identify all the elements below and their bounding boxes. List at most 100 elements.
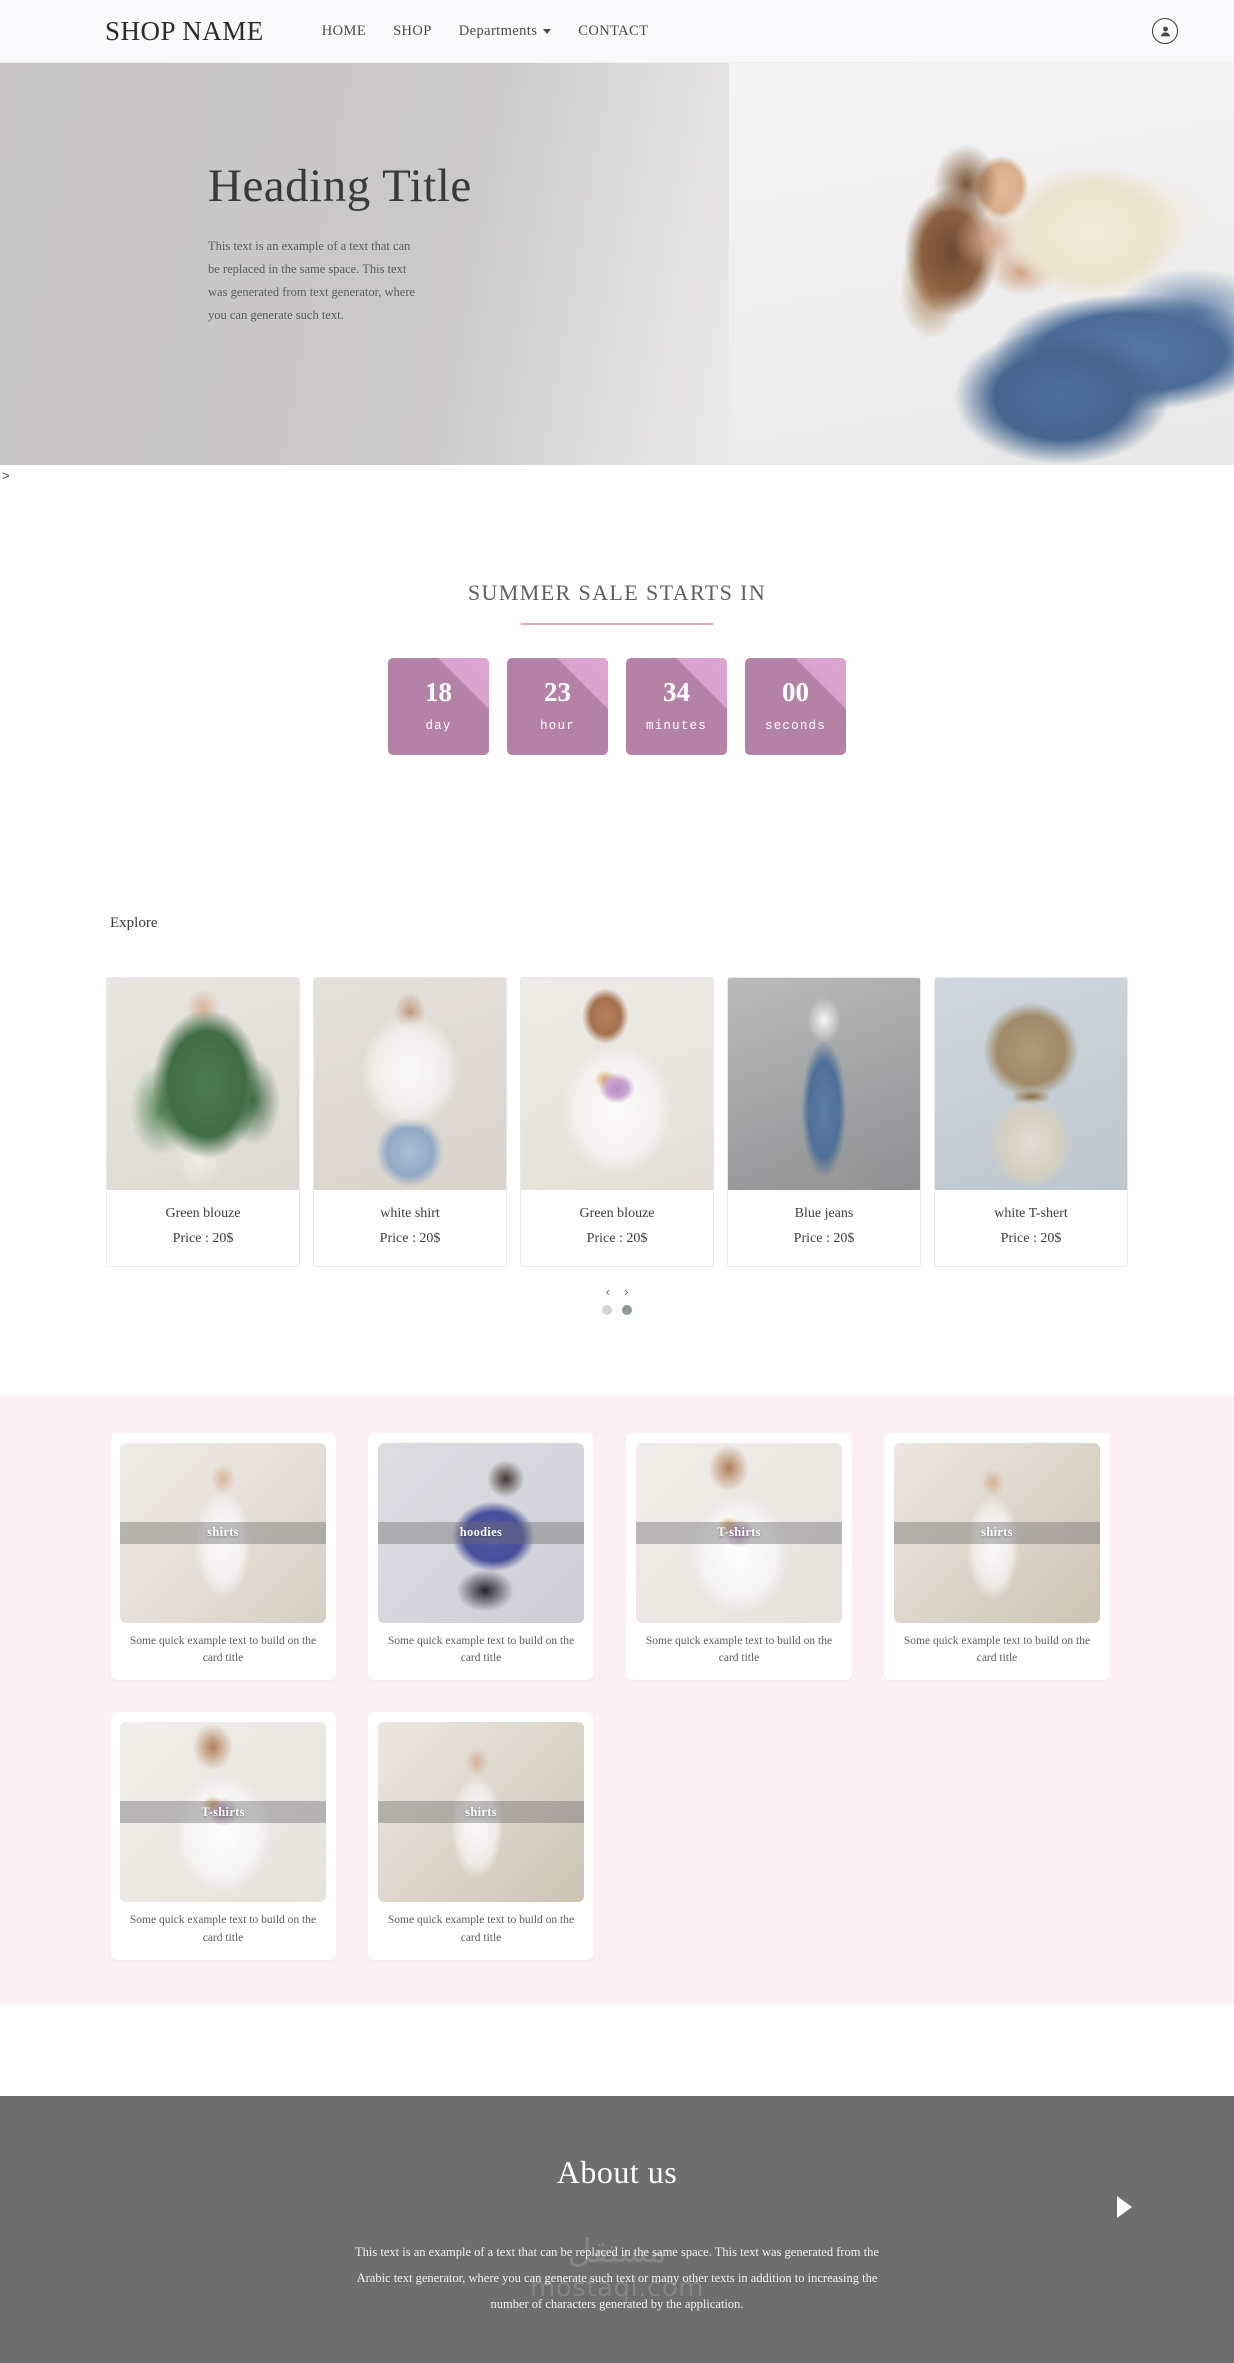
nav-link-departments: Departments: [458, 22, 538, 39]
product-name: Green blouze: [579, 1205, 655, 1221]
countdown-box-seconds: 00 seconds: [745, 657, 846, 755]
category-label: shirts: [981, 1525, 1013, 1539]
product-price: Price : 20$: [379, 1230, 441, 1246]
hero-text-block: Heading Title This text is an example of…: [208, 160, 508, 327]
product-card[interactable]: white shirt Price : 20$: [313, 976, 507, 1267]
product-name: Blue jeans: [794, 1205, 854, 1221]
product-body: Green blouze Price : 20$: [521, 1190, 713, 1266]
product-body: Blue jeans Price : 20$: [728, 1190, 920, 1266]
product-price: Price : 20$: [1000, 1230, 1062, 1246]
product-price: Price : 20$: [793, 1230, 855, 1246]
hero-next-chevron-icon[interactable]: >: [2, 468, 10, 483]
category-banner: T-shirts: [636, 1521, 842, 1544]
category-caption: Some quick example text to build on the …: [387, 1634, 575, 1665]
product-card[interactable]: Green blouze Price : 20$: [520, 976, 714, 1267]
category-card[interactable]: shirts Some quick example text to build …: [110, 1432, 336, 1681]
explore-title: Explore: [110, 914, 158, 931]
product-image: [728, 977, 920, 1190]
category-section: shirts Some quick example text to build …: [0, 1394, 1234, 2004]
category-label: shirts: [465, 1804, 497, 1819]
category-image-wrap: T-shirts: [636, 1442, 842, 1623]
category-label: T-shirts: [201, 1804, 245, 1819]
product-name: white T-shert: [994, 1205, 1068, 1221]
product-carousel: Green blouze Price : 20$ white shirt Pri…: [0, 976, 1234, 1267]
nav-dropdown-departments[interactable]: Departments: [459, 23, 552, 40]
navbar: SHOP NAME HOME SHOP Departments CONTACT: [0, 0, 1234, 63]
countdown-box-day: 18 day: [388, 657, 489, 755]
product-image: [314, 977, 506, 1190]
countdown-value-seconds: 00: [782, 677, 809, 708]
about-section: About us مستقل mostaql.com This text is …: [0, 2095, 1234, 2363]
countdown-label-minutes: minutes: [646, 719, 707, 734]
category-image-wrap: T-shirts: [120, 1722, 326, 1903]
carousel-prev-icon[interactable]: ‹: [606, 1285, 610, 1298]
category-banner: shirts: [378, 1801, 584, 1824]
countdown-value-hour: 23: [544, 677, 571, 708]
countdown-label-day: day: [425, 719, 452, 734]
product-card[interactable]: Blue jeans Price : 20$: [727, 976, 921, 1267]
carousel-dot-1[interactable]: [602, 1304, 612, 1315]
product-image: [107, 977, 299, 1190]
carousel-next-icon[interactable]: ›: [624, 1285, 628, 1298]
category-banner: T-shirts: [120, 1801, 326, 1824]
category-banner: shirts: [894, 1521, 1100, 1544]
category-banner: shirts: [120, 1521, 326, 1544]
carousel-dot-2[interactable]: [622, 1304, 632, 1315]
product-card[interactable]: white T-shert Price : 20$: [934, 976, 1128, 1267]
account-button[interactable]: [1152, 18, 1178, 44]
nav-link-shop[interactable]: SHOP: [393, 23, 432, 40]
product-card[interactable]: Green blouze Price : 20$: [106, 976, 300, 1267]
nav-link-contact[interactable]: CONTACT: [578, 23, 648, 40]
category-image-wrap: shirts: [120, 1442, 326, 1623]
explore-section: Explore Green blouze Price : 20$ white s…: [0, 755, 1234, 1315]
countdown-value-minutes: 34: [663, 677, 690, 708]
countdown-heading: SUMMER SALE STARTS IN: [467, 580, 767, 605]
product-body: white T-shert Price : 20$: [935, 1190, 1127, 1266]
category-card[interactable]: shirts Some quick example text to build …: [884, 1432, 1110, 1681]
hero-description: This text is an example of a text that c…: [208, 238, 416, 323]
product-image: [521, 977, 713, 1190]
category-label: shirts: [207, 1525, 239, 1539]
category-caption: Some quick example text to build on the …: [387, 1914, 575, 1944]
product-name: white shirt: [380, 1205, 440, 1221]
chevron-down-icon: [543, 28, 552, 34]
category-card[interactable]: T-shirts Some quick example text to buil…: [110, 1712, 336, 1960]
category-caption: Some quick example text to build on the …: [903, 1634, 1091, 1665]
carousel-arrows: ‹ ›: [606, 1285, 629, 1298]
countdown-boxes: 18 day 23 hour 34 minutes 00 seconds: [0, 657, 1234, 755]
play-triangle-icon[interactable]: [1117, 2195, 1132, 2218]
category-banner: hoodies: [378, 1521, 584, 1544]
product-body: white shirt Price : 20$: [314, 1190, 506, 1266]
nav-link-home[interactable]: HOME: [322, 23, 366, 40]
carousel-controls: ‹ ›: [0, 1285, 1234, 1315]
product-body: Green blouze Price : 20$: [107, 1190, 299, 1266]
product-image: [935, 977, 1127, 1190]
about-text: This text is an example of a text that c…: [355, 2244, 879, 2312]
hero-banner: Heading Title This text is an example of…: [0, 63, 1234, 465]
product-name: Green blouze: [165, 1205, 241, 1221]
countdown-box-hour: 23 hour: [507, 657, 608, 755]
category-image-wrap: shirts: [378, 1722, 584, 1903]
about-title: About us: [556, 2153, 678, 2190]
product-price: Price : 20$: [586, 1230, 648, 1246]
hero-title: Heading Title: [208, 160, 472, 212]
category-caption: Some quick example text to build on the …: [129, 1914, 317, 1944]
countdown-box-minutes: 34 minutes: [626, 657, 727, 755]
countdown-label-seconds: seconds: [765, 719, 826, 734]
countdown-value-day: 18: [425, 677, 452, 708]
category-label: T-shirts: [717, 1525, 761, 1539]
carousel-dots: [602, 1304, 632, 1315]
category-caption: Some quick example text to build on the …: [129, 1634, 317, 1665]
category-card[interactable]: hoodies Some quick example text to build…: [368, 1432, 594, 1681]
countdown-label-hour: hour: [540, 719, 575, 734]
category-card[interactable]: shirts Some quick example text to build …: [368, 1712, 594, 1960]
category-caption: Some quick example text to build on the …: [645, 1634, 833, 1665]
countdown-section: SUMMER SALE STARTS IN 18 day 23 hour 34 …: [0, 465, 1234, 755]
category-card[interactable]: T-shirts Some quick example text to buil…: [626, 1432, 852, 1681]
category-image-wrap: hoodies: [378, 1442, 584, 1623]
nav-links: HOME SHOP Departments CONTACT: [322, 23, 649, 40]
category-label: hoodies: [459, 1525, 503, 1539]
category-grid: shirts Some quick example text to build …: [0, 1432, 1234, 1960]
product-price: Price : 20$: [172, 1230, 234, 1246]
brand-logo[interactable]: SHOP NAME: [105, 16, 264, 47]
